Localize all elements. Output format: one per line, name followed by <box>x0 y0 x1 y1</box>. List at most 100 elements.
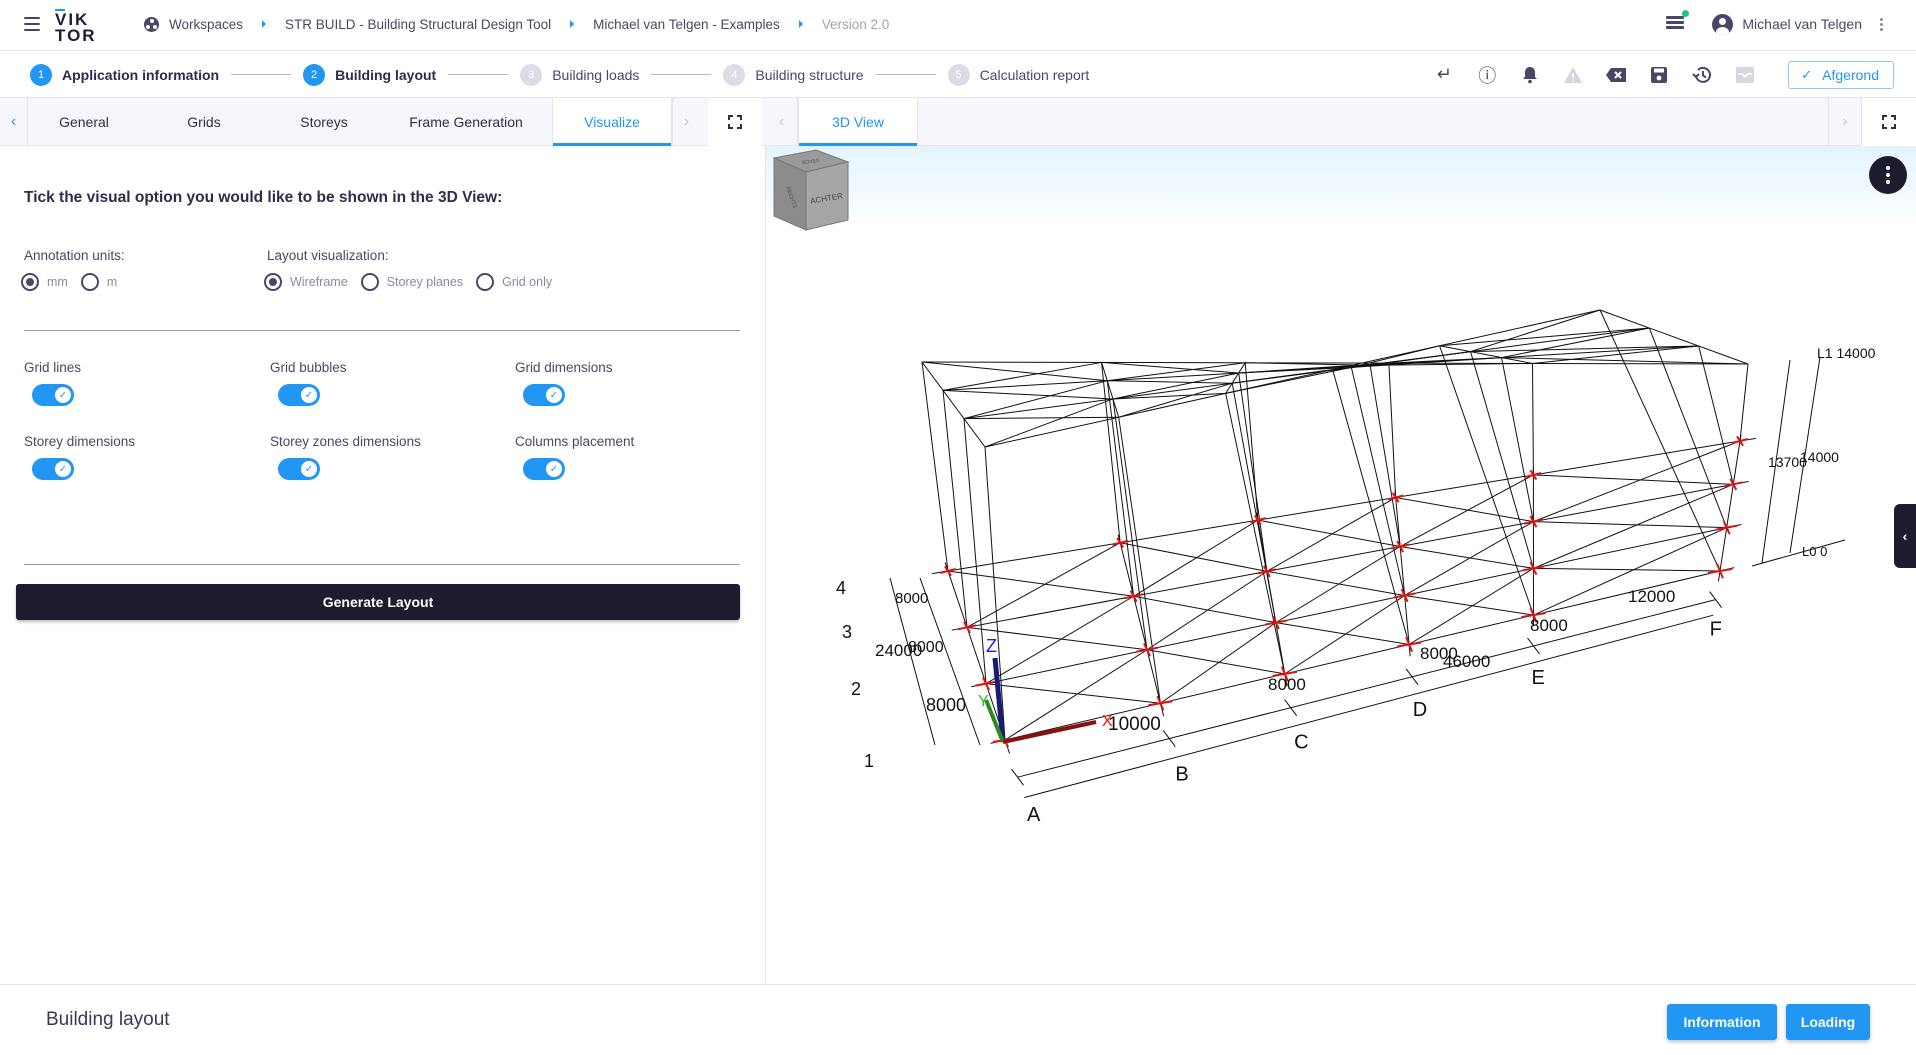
form-intro: Tick the visual option you would like to… <box>24 189 503 206</box>
expand-view-button[interactable] <box>1862 98 1916 146</box>
radio-storey-planes-input[interactable] <box>360 273 379 291</box>
column <box>1388 363 1397 498</box>
grid-label-2: 2 <box>851 679 861 699</box>
step-building-layout[interactable]: 2 Building layout <box>303 63 436 86</box>
view-cube[interactable]: BOVEN RECHTS ACHTER <box>766 146 852 236</box>
y-total-dimension-label: 24000 <box>875 641 922 660</box>
storey-dimensions-toggle[interactable]: ✓ <box>32 458 74 480</box>
tabs-next-arrow-icon[interactable]: › <box>672 98 700 145</box>
footer-step-title: Building layout <box>46 1009 170 1030</box>
grid-bubbles-toggle[interactable]: ✓ <box>278 384 320 406</box>
column <box>1532 363 1534 475</box>
check-icon: ✓ <box>301 461 317 477</box>
check-icon: ✓ <box>55 387 71 403</box>
view-tabs-next-arrow-icon[interactable]: › <box>1828 98 1862 145</box>
y-axis-label: Y <box>978 693 989 710</box>
return-icon[interactable]: ↵ <box>1433 64 1455 86</box>
radio-wireframe[interactable]: Wireframe <box>264 273 348 291</box>
grid-lines-toggle[interactable]: ✓ <box>32 384 74 406</box>
radio-mm[interactable]: mm <box>21 273 68 291</box>
roof-beam <box>984 309 1601 448</box>
dimension-tick <box>1527 637 1540 655</box>
bell-icon[interactable] <box>1519 64 1541 86</box>
column-markers <box>939 435 1749 748</box>
tabs-prev-arrow-icon[interactable]: ‹ <box>0 98 28 145</box>
dimension-lines <box>889 356 1846 798</box>
grid-line-x <box>1256 512 1288 687</box>
clear-icon[interactable] <box>1605 64 1627 86</box>
user-avatar-icon[interactable] <box>1712 13 1734 35</box>
view-tabs: ‹ 3D View › <box>766 98 1916 146</box>
step-building-loads[interactable]: 3 Building loads <box>520 63 639 86</box>
column <box>1106 380 1135 597</box>
storey-dimension-label: 14000 <box>1800 449 1839 465</box>
grid-label-4: 4 <box>836 578 846 598</box>
viktor-logo[interactable]: VIK TOR <box>55 9 99 44</box>
viewer-menu-button[interactable] <box>1869 156 1907 194</box>
save-icon[interactable] <box>1648 64 1670 86</box>
ground-brace <box>1404 594 1534 616</box>
3d-viewport[interactable]: A B C D E F 1 2 3 4 10000 8000 8000 8000 12000 46000 800… <box>766 146 1916 984</box>
loading-button[interactable]: Loading <box>1786 1004 1870 1040</box>
generate-layout-button[interactable]: Generate Layout <box>16 584 740 620</box>
tab-grids[interactable]: Grids <box>140 98 268 145</box>
3d-model-canvas[interactable]: A B C D E F 1 2 3 4 10000 8000 8000 8000 12000 46000 800… <box>766 146 1916 984</box>
username[interactable]: Michael van Telgen <box>1742 16 1862 32</box>
breadcrumb-folder[interactable]: Michael van Telgen - Examples <box>593 17 780 32</box>
radio-grid-only[interactable]: Grid only <box>476 273 552 291</box>
editor-toolbar: ↵ ⓘ ✓ Afgerond <box>1433 51 1916 98</box>
ground-brace <box>1257 519 1401 547</box>
breadcrumb-app[interactable]: STR BUILD - Building Structural Design T… <box>285 17 551 32</box>
grid-line-x <box>1394 490 1411 657</box>
jobs-list-icon[interactable] <box>1666 10 1690 32</box>
tab-3d-view[interactable]: 3D View <box>798 98 918 146</box>
radio-m-input[interactable] <box>80 273 99 291</box>
roof-brace <box>942 389 1114 400</box>
grid-label-b: B <box>1175 764 1188 786</box>
breadcrumb-version: Version 2.0 <box>821 16 890 32</box>
step-calculation-report[interactable]: 5 Calculation report <box>947 63 1089 86</box>
collapse-panel-tab[interactable]: ‹ <box>1894 504 1916 568</box>
column <box>963 418 987 684</box>
grid-dimensions-label: Grid dimensions <box>515 360 613 375</box>
section-divider <box>24 564 740 565</box>
radio-m[interactable]: m <box>80 273 117 291</box>
tab-general[interactable]: General <box>28 98 140 145</box>
status-button[interactable]: ✓ Afgerond <box>1788 60 1894 89</box>
information-button[interactable]: Information <box>1667 1004 1777 1040</box>
tab-frame-generation[interactable]: Frame Generation <box>380 98 552 145</box>
info-icon[interactable]: ⓘ <box>1476 64 1498 86</box>
grid-line-x <box>1117 534 1165 717</box>
column <box>1238 372 1268 572</box>
ground-brace <box>1120 542 1267 572</box>
step-building-structure[interactable]: 4 Building structure <box>723 63 864 86</box>
grid-lines-label: Grid lines <box>24 360 82 375</box>
more-options-icon[interactable] <box>1880 16 1884 33</box>
workspaces-icon <box>144 16 159 32</box>
history-icon[interactable] <box>1691 64 1713 86</box>
storey-zones-dimensions-label: Storey zones dimensions <box>270 434 421 449</box>
breadcrumb-workspaces[interactable]: Workspaces <box>144 16 243 32</box>
step-connector <box>651 74 712 75</box>
tab-visualize[interactable]: Visualize <box>552 98 672 146</box>
radio-grid-only-input[interactable] <box>476 273 495 291</box>
grid-label-d: D <box>1413 699 1427 721</box>
storey-zones-dimensions-toggle[interactable]: ✓ <box>278 458 320 480</box>
inbox-icon <box>1734 64 1756 86</box>
view-tabs-prev-arrow-icon[interactable]: ‹ <box>766 98 798 145</box>
grid-dimensions-toggle[interactable]: ✓ <box>523 384 565 406</box>
roof-brace <box>1439 327 1650 347</box>
step-application-information[interactable]: 1 Application information <box>30 63 219 86</box>
columns-placement-toggle[interactable]: ✓ <box>523 458 565 480</box>
breadcrumb-separator-icon <box>798 20 803 28</box>
tab-storeys[interactable]: Storeys <box>268 98 380 145</box>
radio-mm-input[interactable] <box>21 273 39 291</box>
roof-brace <box>1107 380 1233 384</box>
expand-panel-button[interactable] <box>708 98 762 146</box>
menu-icon[interactable] <box>24 17 40 31</box>
roof-beam <box>1225 362 1246 394</box>
radio-storey-planes[interactable]: Storey planes <box>360 273 463 291</box>
column <box>1439 345 1534 616</box>
y-dimension-label: 8000 <box>895 590 928 607</box>
radio-wireframe-input[interactable] <box>264 273 282 291</box>
